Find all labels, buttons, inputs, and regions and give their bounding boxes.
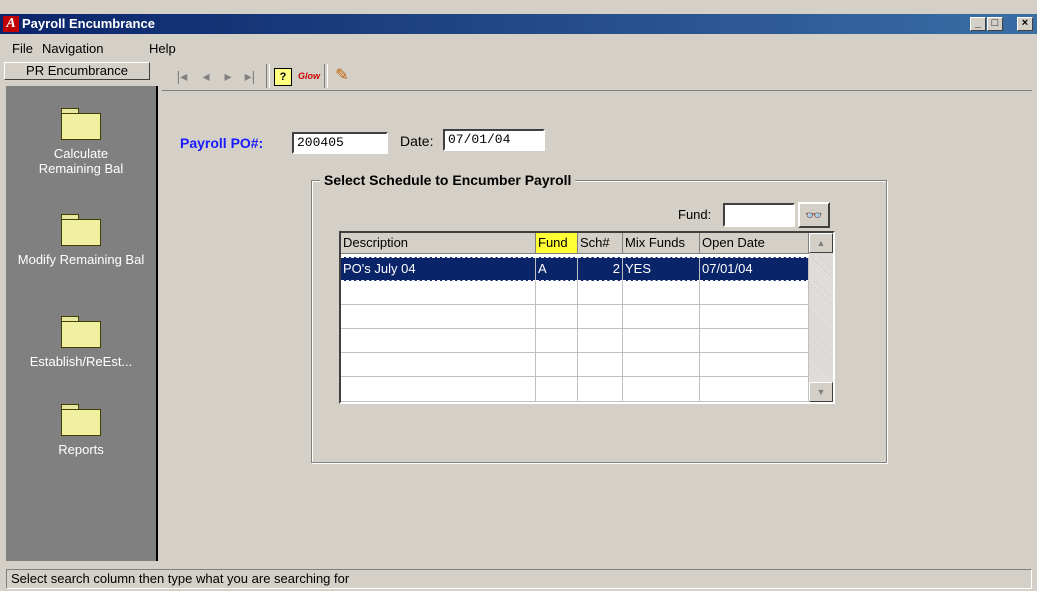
app-window: A Payroll Encumbrance _ □ × File Navigat… [0,0,1037,591]
column-header-fund[interactable]: Fund [536,233,578,254]
cell-fund: A [536,257,578,281]
sidebar-item-establish[interactable]: Establish/ReEst... [6,316,156,369]
folder-icon [61,316,101,348]
sidebar-item-label: Establish/ReEst... [29,354,133,369]
fund-label: Fund: [678,207,712,222]
maximize-button[interactable]: □ [987,17,1003,31]
status-bar: Select search column then type what you … [6,569,1032,589]
binoculars-icon: 👓 [805,207,823,223]
cell-mix-funds: YES [623,257,700,281]
folder-icon [61,108,101,140]
folder-icon [61,214,101,246]
menu-navigation[interactable]: Navigation [42,41,103,56]
schedule-grid[interactable]: Description Fund Sch# Mix Funds Open Dat… [339,231,835,404]
schedule-group-title: Select Schedule to Encumber Payroll [320,172,576,188]
date-field[interactable]: 07/01/04 [443,129,545,151]
toolbar-separator [324,64,328,88]
payroll-po-label: Payroll PO#: [180,135,264,151]
menu-bar: File Navigation Help [0,38,1037,58]
help-icon[interactable]: ? [274,68,292,86]
binoculars-search-button[interactable]: 👓 [798,202,830,228]
window-title: Payroll Encumbrance [22,16,155,31]
last-record-icon[interactable]: ▸| [240,66,260,86]
column-header-mix-funds[interactable]: Mix Funds [623,233,700,254]
sidebar-item-reports[interactable]: Reports [6,404,156,457]
cell-sch: 2 [578,257,623,281]
cell-open-date: 07/01/04 [700,257,809,281]
column-header-description[interactable]: Description [341,233,536,254]
sidebar-item-label: Modify Remaining Bal [17,252,145,267]
prev-record-icon[interactable]: ◂ [196,66,216,86]
sidebar-item-label: Reports [58,442,104,457]
exit-icon[interactable]: ✎ [332,66,352,86]
scroll-up-icon[interactable]: ▲ [809,233,833,253]
fund-search-field[interactable] [723,203,795,227]
column-header-open-date[interactable]: Open Date [700,233,809,254]
scroll-down-icon[interactable]: ▼ [809,382,833,402]
column-header-sch[interactable]: Sch# [578,233,623,254]
app-icon: A [3,16,19,32]
payroll-po-field[interactable]: 200405 [292,132,388,154]
sidebar: Calculate Remaining Bal Modify Remaining… [6,86,158,561]
cell-description: PO's July 04 [341,257,536,281]
glow-icon[interactable]: Glow [298,66,320,86]
sidebar-item-calculate[interactable]: Calculate Remaining Bal [6,108,156,176]
minimize-button[interactable]: _ [970,17,986,31]
sidebar-tab-pr-encumbrance[interactable]: PR Encumbrance [4,62,150,80]
menu-file[interactable]: File [12,41,33,56]
close-button[interactable]: × [1017,17,1033,31]
grid-vertical-scrollbar[interactable]: ▲ ▼ [809,233,833,402]
date-label: Date: [400,133,434,149]
toolbar: |◂ ◂ ▸ ▸| ? Glow ✎ [162,62,1032,91]
sidebar-item-label: Calculate Remaining Bal [38,146,124,176]
sidebar-item-modify[interactable]: Modify Remaining Bal [6,214,156,267]
next-record-icon[interactable]: ▸ [218,66,238,86]
menu-help[interactable]: Help [149,41,176,56]
title-bar[interactable]: A Payroll Encumbrance _ □ × [0,14,1037,34]
toolbar-separator [266,64,270,88]
first-record-icon[interactable]: |◂ [172,66,192,86]
folder-icon [61,404,101,436]
